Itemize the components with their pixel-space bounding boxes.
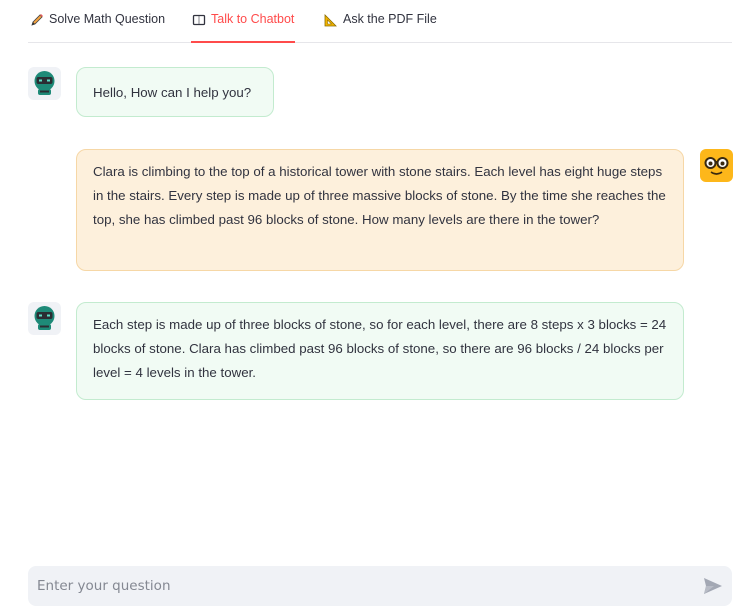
tab-talk-to-chatbot[interactable]: Talk to Chatbot (191, 12, 296, 43)
message-text: Hello, How can I help you? (93, 85, 252, 100)
assistant-avatar (28, 302, 61, 335)
user-avatar (700, 149, 733, 182)
triangle-ruler-icon (324, 13, 338, 27)
nerd-face-icon (704, 157, 729, 175)
tab-label: Talk to Chatbot (211, 12, 295, 26)
pencil-icon (30, 13, 44, 27)
tab-label: Solve Math Question (49, 12, 166, 26)
chat-input-container (28, 566, 732, 606)
assistant-message: Hello, How can I help you? (76, 67, 274, 117)
assistant-message: Each step is made up of three blocks of … (76, 302, 684, 400)
assistant-avatar (28, 67, 61, 100)
book-icon (192, 13, 206, 27)
user-message: Clara is climbing to the top of a histor… (76, 149, 684, 271)
send-button[interactable] (702, 576, 723, 596)
tab-label: Ask the PDF File (343, 12, 437, 26)
message-text: Each step is made up of three blocks of … (93, 317, 667, 380)
send-icon (703, 578, 722, 594)
message-text: Clara is climbing to the top of a histor… (93, 164, 666, 227)
question-input[interactable] (28, 566, 688, 606)
tab-ask-the-pdf-file[interactable]: Ask the PDF File (324, 12, 437, 43)
robot-icon (34, 71, 55, 95)
robot-icon (34, 306, 55, 330)
tab-bar: Solve Math Question Talk to Chatbot Ask … (28, 0, 732, 43)
tab-solve-math-question[interactable]: Solve Math Question (30, 12, 165, 43)
